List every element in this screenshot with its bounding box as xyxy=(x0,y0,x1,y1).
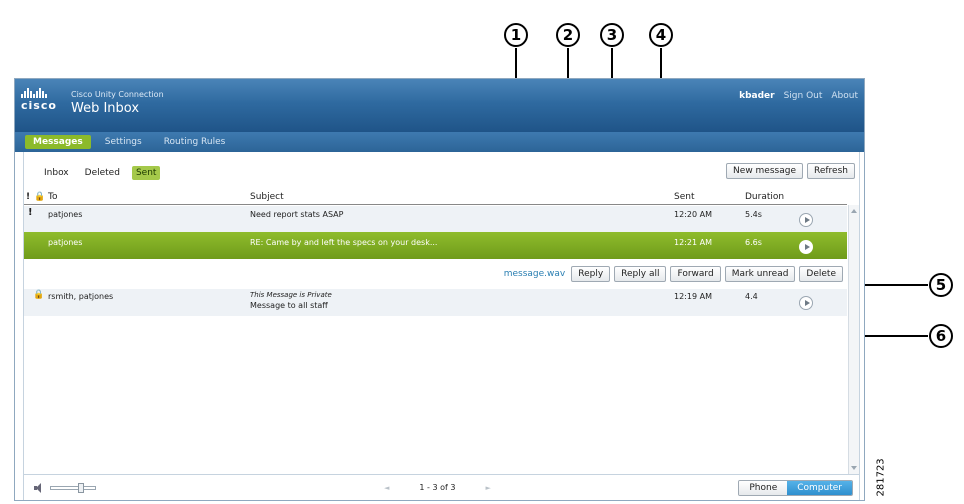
message-pane: Inbox Deleted Sent New message Refresh !… xyxy=(23,152,860,500)
phone-option[interactable]: Phone xyxy=(739,481,788,495)
volume-slider-handle[interactable] xyxy=(78,483,84,493)
reply-all-button[interactable]: Reply all xyxy=(614,266,667,282)
stage: 1 2 3 4 5 6 cisco Cisco Unity Connection… xyxy=(0,0,964,504)
volume-slider[interactable] xyxy=(50,483,96,493)
figure-id-text: 281723 xyxy=(875,458,887,497)
message-duration: 6.6s xyxy=(745,238,762,247)
folder-list: Inbox Deleted Sent xyxy=(40,166,161,180)
tab-routing-rules[interactable]: Routing Rules xyxy=(156,135,234,149)
scroll-down-icon[interactable] xyxy=(851,466,857,470)
playback-device-toggle: Phone Computer xyxy=(738,480,853,496)
main-nav: Messages Settings Routing Rules xyxy=(15,132,864,152)
message-duration: 5.4s xyxy=(745,210,762,219)
previous-page-icon[interactable]: ◄ xyxy=(384,484,389,492)
volume-control xyxy=(34,483,96,493)
column-to[interactable]: To xyxy=(48,192,57,202)
priority-column-icon[interactable]: ! xyxy=(26,192,30,202)
play-icon[interactable] xyxy=(799,296,813,310)
scroll-up-icon[interactable] xyxy=(851,209,857,213)
message-actions: message.wav Reply Reply all Forward Mark… xyxy=(504,266,843,282)
header-links: kbader Sign Out About xyxy=(739,91,858,101)
message-subject: Message to all staff xyxy=(250,301,328,310)
table-row[interactable]: ! patjones Need report stats ASAP 12:20 … xyxy=(24,206,847,232)
folder-deleted[interactable]: Deleted xyxy=(81,166,124,180)
callout-4: 4 xyxy=(649,23,673,47)
message-subject: Need report stats ASAP xyxy=(250,210,344,219)
folder-toolbar: Inbox Deleted Sent New message Refresh xyxy=(24,152,859,188)
delete-button[interactable]: Delete xyxy=(799,266,843,282)
table-row-selected[interactable]: patjones RE: Came by and left the specs … xyxy=(24,232,847,259)
speaker-icon xyxy=(34,483,44,493)
volume-track xyxy=(50,486,96,490)
private-lock-icon: 🔒 xyxy=(33,290,45,300)
message-list-scrollbar[interactable] xyxy=(848,205,859,474)
callout-1: 1 xyxy=(504,23,528,47)
refresh-button[interactable]: Refresh xyxy=(807,163,855,179)
message-to: patjones xyxy=(48,210,83,219)
private-column-lock-icon[interactable]: 🔒 xyxy=(34,192,45,202)
computer-option[interactable]: Computer xyxy=(787,481,852,495)
tab-settings[interactable]: Settings xyxy=(97,135,150,149)
column-header: ! 🔒 To Subject Sent Duration xyxy=(24,189,847,205)
callout-2: 2 xyxy=(556,23,580,47)
message-sent: 12:19 AM xyxy=(674,292,712,301)
sign-out-link[interactable]: Sign Out xyxy=(784,91,823,101)
column-duration[interactable]: Duration xyxy=(745,192,784,202)
username: kbader xyxy=(739,91,775,101)
play-icon[interactable] xyxy=(799,213,813,227)
folder-inbox[interactable]: Inbox xyxy=(40,166,73,180)
cisco-bars-icon xyxy=(21,88,57,98)
attachment-link[interactable]: message.wav xyxy=(504,269,566,279)
message-to: patjones xyxy=(48,238,83,247)
pager: ◄ 1 - 3 of 3 ► xyxy=(384,483,491,492)
forward-button[interactable]: Forward xyxy=(670,266,721,282)
cisco-wordmark: cisco xyxy=(21,99,57,112)
message-sent: 12:21 AM xyxy=(674,238,712,247)
message-sent: 12:20 AM xyxy=(674,210,712,219)
new-message-button[interactable]: New message xyxy=(726,163,803,179)
app-header: cisco Cisco Unity Connection Web Inbox k… xyxy=(15,79,864,132)
tab-messages[interactable]: Messages xyxy=(25,135,91,149)
next-page-icon[interactable]: ► xyxy=(485,484,490,492)
play-icon[interactable] xyxy=(799,240,813,254)
message-duration: 4.4 xyxy=(745,292,758,301)
cisco-logo: cisco xyxy=(21,88,57,112)
message-to: rsmith, patjones xyxy=(48,292,114,301)
app-title: Web Inbox xyxy=(71,101,140,116)
mark-unread-button[interactable]: Mark unread xyxy=(724,266,796,282)
message-subject: RE: Came by and left the specs on your d… xyxy=(250,238,438,247)
reply-button[interactable]: Reply xyxy=(571,266,611,282)
callout-5: 5 xyxy=(929,273,953,297)
callout-6: 6 xyxy=(929,324,953,348)
figure-id: 281723 xyxy=(874,444,888,498)
about-link[interactable]: About xyxy=(831,91,858,101)
folder-sent[interactable]: Sent xyxy=(131,166,161,180)
page-range: 1 - 3 of 3 xyxy=(419,483,456,492)
callout-3: 3 xyxy=(600,23,624,47)
footer-bar: ◄ 1 - 3 of 3 ► Phone Computer xyxy=(24,474,859,500)
column-subject[interactable]: Subject xyxy=(250,192,284,202)
table-row[interactable]: 🔒 rsmith, patjones This Message is Priva… xyxy=(24,289,847,316)
product-name: Cisco Unity Connection xyxy=(71,90,164,99)
private-note: This Message is Private xyxy=(250,291,332,299)
column-sent[interactable]: Sent xyxy=(674,192,694,202)
web-inbox-window: cisco Cisco Unity Connection Web Inbox k… xyxy=(14,78,865,501)
priority-icon: ! xyxy=(28,207,33,218)
toolbar-buttons: New message Refresh xyxy=(726,163,855,179)
